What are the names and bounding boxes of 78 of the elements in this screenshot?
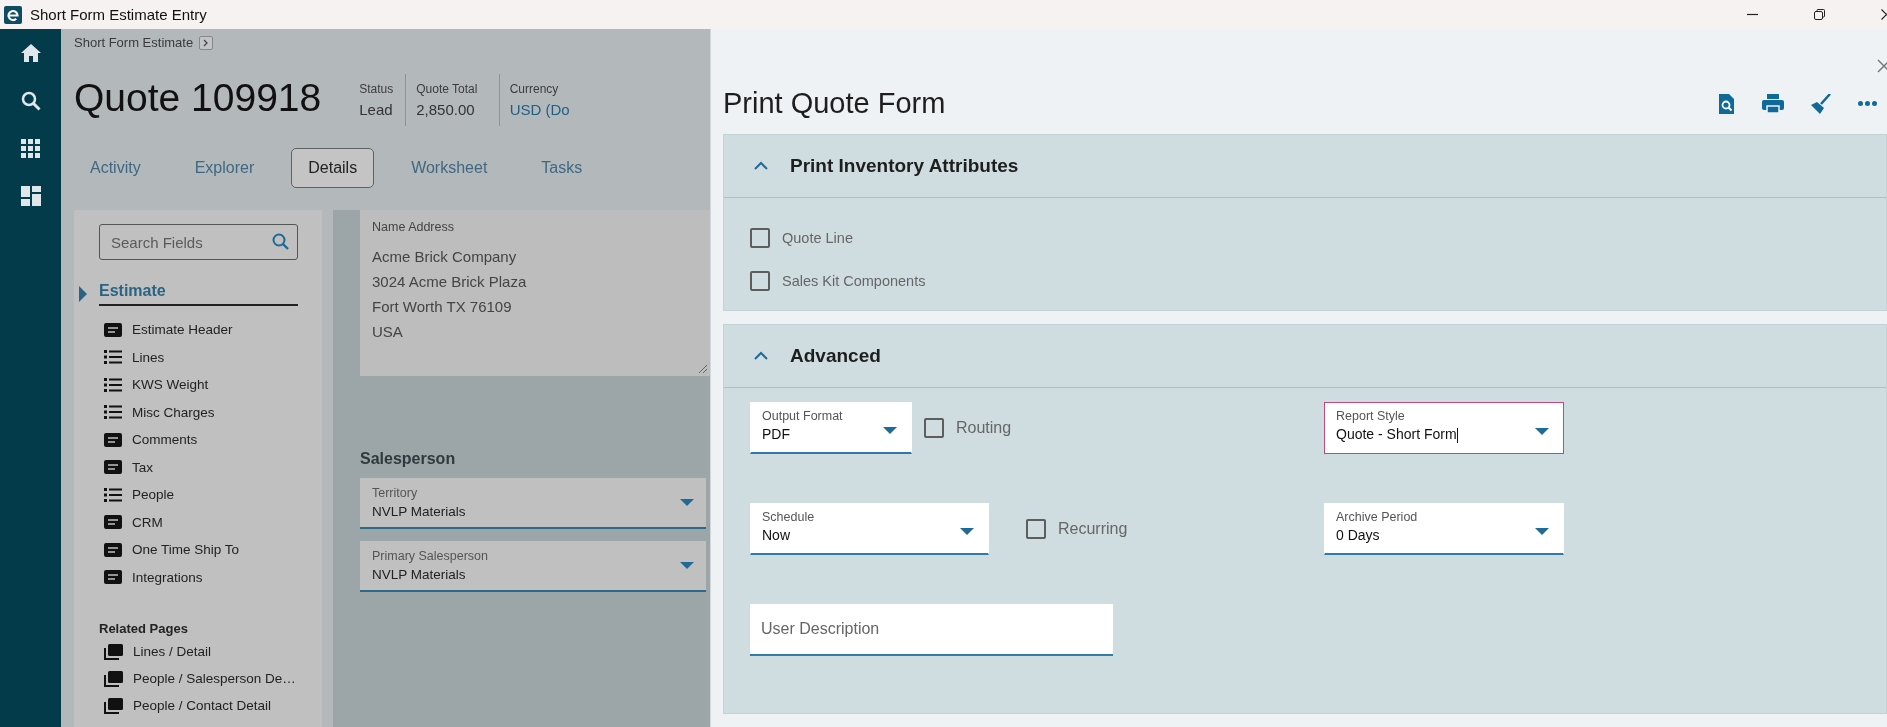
dropdown-caret-icon[interactable] — [960, 528, 974, 535]
checkbox[interactable]: Routing — [924, 402, 1012, 454]
card-icon — [104, 515, 122, 530]
sidebar-item[interactable]: People — [99, 481, 322, 509]
tab[interactable]: Details — [291, 148, 375, 188]
card-icon — [104, 322, 122, 337]
text-field[interactable]: User Description — [750, 604, 1113, 656]
dropdown-caret-icon[interactable] — [883, 427, 897, 434]
field-link[interactable]: USD (Do — [509, 101, 570, 118]
sidebar-item[interactable]: Integrations — [99, 563, 322, 591]
breadcrumb-menu-button[interactable] — [199, 35, 214, 50]
more-icon[interactable] — [1858, 101, 1877, 106]
dropdown-caret-icon[interactable] — [680, 562, 694, 569]
dropdown-field[interactable]: Archive Period 0 Days — [1324, 503, 1564, 555]
related-page-link[interactable]: People / Contact Detail — [99, 692, 322, 719]
dashboard-icon[interactable] — [20, 186, 41, 206]
field-value: Lead — [359, 101, 394, 118]
field-value: 2,850.00 — [416, 101, 476, 118]
home-icon[interactable] — [19, 43, 42, 63]
preview-icon[interactable] — [1718, 93, 1735, 114]
field-label: Status — [359, 82, 394, 96]
sidebar-item[interactable]: One Time Ship To — [99, 536, 322, 564]
dropdown-field[interactable]: Report Style Quote - Short Form — [1324, 402, 1564, 454]
app-logo-icon — [4, 5, 22, 24]
dropdown-field[interactable]: Primary Salesperson NVLP Materials — [360, 541, 706, 592]
chevron-right-icon — [203, 38, 210, 47]
list-icon — [104, 487, 122, 502]
restore-icon[interactable] — [1814, 9, 1825, 20]
field-label: Currency — [509, 82, 560, 96]
section-header[interactable]: Advanced — [724, 325, 1886, 388]
sidebar-item[interactable]: Lines — [99, 343, 322, 371]
sidebar-item[interactable]: Estimate Header — [99, 316, 322, 344]
card-icon — [104, 570, 122, 585]
close-icon[interactable] — [1881, 9, 1887, 20]
section-header[interactable]: Print Inventory Attributes — [724, 135, 1886, 198]
search-icon[interactable] — [20, 91, 41, 111]
chevron-up-icon[interactable] — [754, 351, 768, 361]
broom-icon[interactable] — [1811, 93, 1831, 114]
dropdown-field[interactable]: Schedule Now — [750, 503, 989, 555]
related-page-link[interactable]: Lines / Detail — [99, 638, 322, 665]
chevron-up-icon[interactable] — [754, 161, 768, 171]
sidebar-item[interactable]: Comments — [99, 426, 322, 454]
list-icon — [104, 377, 122, 392]
sidebar-item[interactable]: Tax — [99, 453, 322, 481]
dropdown-caret-icon[interactable] — [1535, 427, 1549, 435]
window-title: Short Form Estimate Entry — [30, 6, 207, 23]
dropdown-caret-icon[interactable] — [1535, 528, 1549, 535]
dropdown-field[interactable]: Output Format PDF — [750, 402, 912, 454]
stacked-pages-icon — [104, 670, 123, 687]
card-icon — [104, 542, 122, 557]
stacked-pages-icon — [104, 643, 123, 660]
section-heading: Salesperson — [360, 450, 457, 468]
card-icon — [104, 460, 122, 475]
list-icon — [104, 350, 122, 365]
sidebar-item[interactable]: CRM — [99, 508, 322, 536]
apps-grid-icon[interactable] — [21, 139, 40, 158]
checkbox[interactable]: Recurring — [1026, 503, 1128, 555]
dialog-title: Print Quote Form — [723, 87, 947, 120]
field-label: Quote Total — [416, 82, 479, 96]
card-icon — [104, 432, 122, 447]
quote-title: Quote 109918 — [74, 76, 322, 120]
search-field[interactable]: Search Fields — [99, 224, 298, 260]
sidebar-item[interactable]: Misc Charges — [99, 398, 322, 426]
resize-handle-icon[interactable] — [697, 363, 708, 374]
checkbox[interactable]: Sales Kit Components — [750, 259, 1886, 302]
triangle-right-icon[interactable] — [79, 286, 87, 302]
dropdown-caret-icon[interactable] — [680, 499, 694, 506]
section-heading[interactable]: Estimate — [99, 282, 298, 306]
checkbox[interactable]: Quote Line — [750, 216, 1886, 259]
list-icon — [104, 405, 122, 420]
sidebar-item[interactable]: KWS Weight — [99, 371, 322, 399]
dropdown-field[interactable]: Territory NVLP Materials — [360, 478, 706, 529]
related-pages-heading: Related Pages — [99, 621, 189, 636]
breadcrumb-link[interactable]: Short Form Estimate — [74, 35, 194, 50]
address-field[interactable]: Name Address Acme Brick Company 3024 Acme Brick Plaza Fort Worth TX 76109 USA — [360, 210, 710, 376]
stacked-pages-icon — [104, 697, 123, 714]
printer-icon[interactable] — [1762, 94, 1784, 113]
related-page-link[interactable]: People / Salesperson De… — [99, 665, 322, 692]
